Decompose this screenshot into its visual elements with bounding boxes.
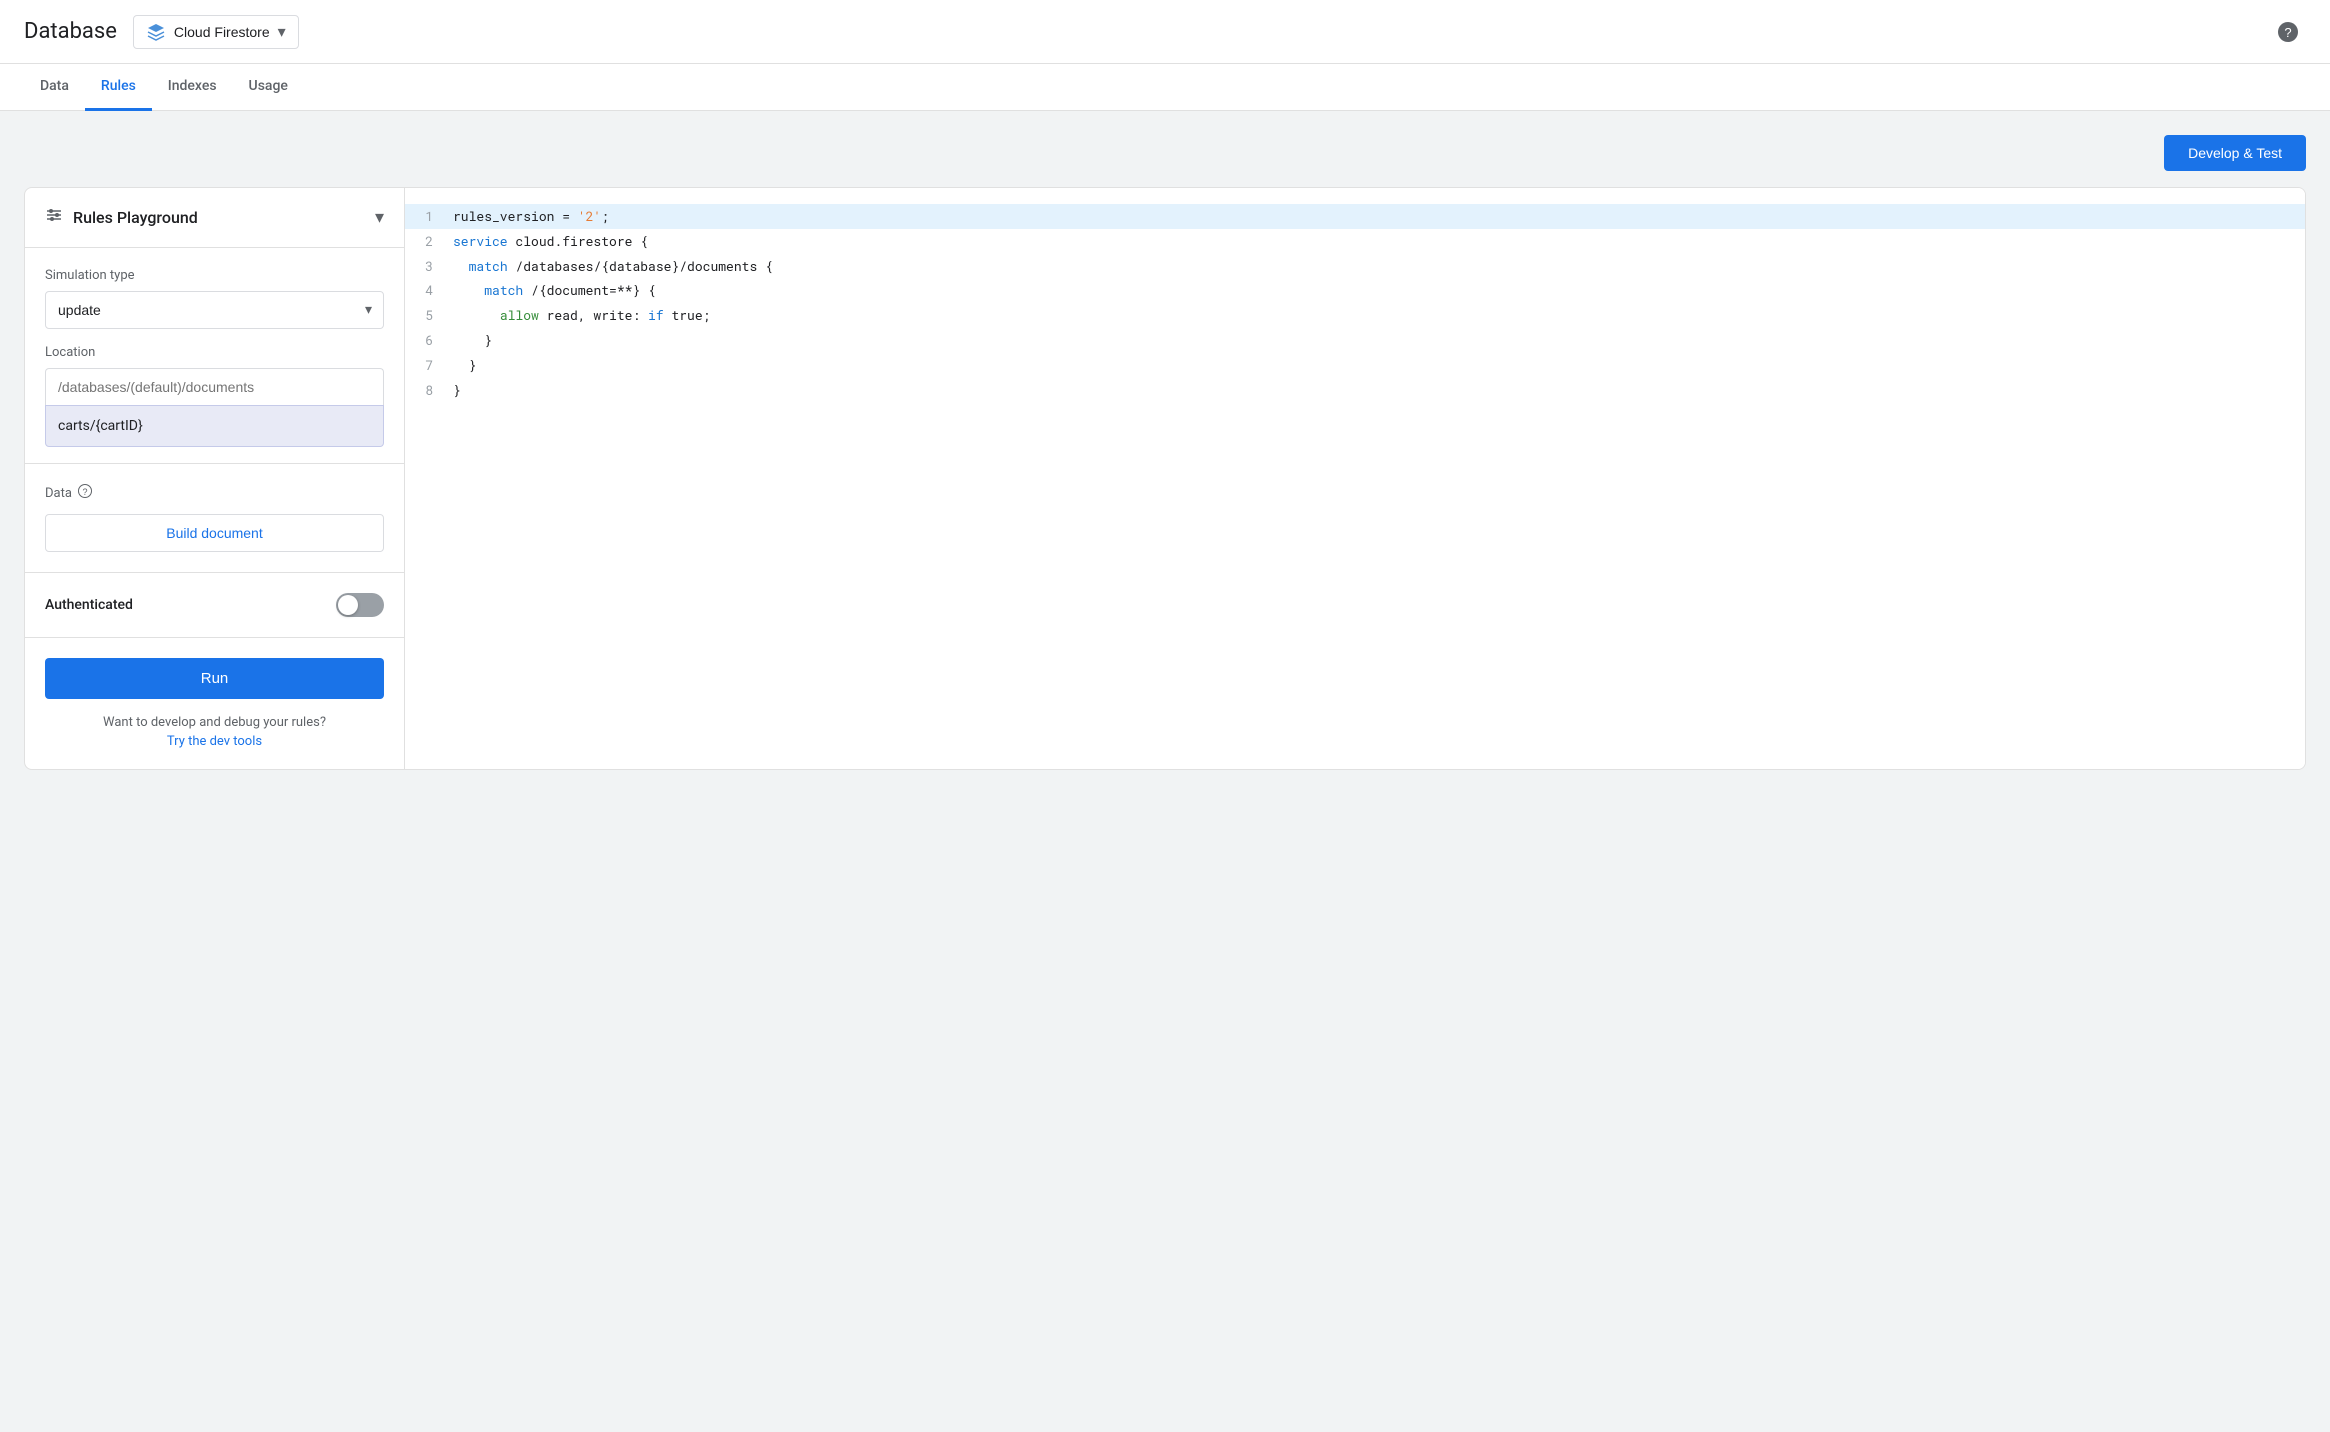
code-line-8: 8 } xyxy=(405,378,2305,403)
left-panel: Rules Playground ▾ Simulation type get l… xyxy=(25,188,405,769)
code-editor[interactable]: 1 rules_version = '2'; 2 service cloud.f… xyxy=(405,188,2305,769)
simulation-type-select[interactable]: get list create update delete xyxy=(45,291,384,329)
code-content-5: allow read, write: if true; xyxy=(453,305,2305,326)
rules-playground-left: Rules Playground xyxy=(45,206,198,229)
header: Database Cloud Firestore ▾ ? xyxy=(0,0,2330,64)
authenticated-label: Authenticated xyxy=(45,597,133,613)
app-title: Database xyxy=(24,19,117,44)
dev-tools-link[interactable]: Try the dev tools xyxy=(45,734,384,749)
simulation-type-wrapper: get list create update delete ▾ xyxy=(45,291,384,329)
tab-usage[interactable]: Usage xyxy=(233,64,304,111)
line-number-7: 7 xyxy=(405,355,453,376)
code-line-2: 2 service cloud.firestore { xyxy=(405,229,2305,254)
rules-playground-title: Rules Playground xyxy=(73,208,198,227)
svg-text:?: ? xyxy=(82,487,87,497)
sliders-icon xyxy=(45,206,63,229)
code-content-4: match /{document=**} { xyxy=(453,280,2305,301)
code-line-5: 5 allow read, write: if true; xyxy=(405,303,2305,328)
code-content-7: } xyxy=(453,355,2305,376)
code-line-7: 7 } xyxy=(405,353,2305,378)
authenticated-toggle[interactable] xyxy=(336,593,384,617)
playground-collapse-icon[interactable]: ▾ xyxy=(375,207,384,228)
data-help-icon[interactable]: ? xyxy=(78,484,92,502)
code-line-6: 6 } xyxy=(405,328,2305,353)
code-area: 1 rules_version = '2'; 2 service cloud.f… xyxy=(405,188,2305,688)
line-number-8: 8 xyxy=(405,380,453,401)
service-selector[interactable]: Cloud Firestore ▾ xyxy=(133,15,299,49)
location-suggestion[interactable]: carts/{cartID} xyxy=(45,405,384,447)
auth-row: Authenticated xyxy=(45,593,384,617)
data-label: Data xyxy=(45,486,72,501)
service-chevron-icon: ▾ xyxy=(278,22,286,42)
nav-tabs: Data Rules Indexes Usage xyxy=(0,64,2330,111)
tab-rules[interactable]: Rules xyxy=(85,64,152,111)
toggle-thumb xyxy=(338,595,358,615)
code-content-8: } xyxy=(453,380,2305,401)
line-number-6: 6 xyxy=(405,330,453,351)
svg-text:?: ? xyxy=(2284,25,2291,40)
service-label: Cloud Firestore xyxy=(174,24,270,40)
toggle-track xyxy=(336,593,384,617)
code-content-6: } xyxy=(453,330,2305,351)
tab-data[interactable]: Data xyxy=(24,64,85,111)
code-line-1: 1 rules_version = '2'; xyxy=(405,204,2305,229)
panels: Rules Playground ▾ Simulation type get l… xyxy=(24,187,2306,770)
help-button[interactable]: ? xyxy=(2270,14,2306,50)
code-content-2: service cloud.firestore { xyxy=(453,231,2305,252)
auth-section: Authenticated xyxy=(25,573,404,638)
dev-tools-text: Want to develop and debug your rules? xyxy=(45,715,384,730)
toolbar-row: Develop & Test xyxy=(24,135,2306,171)
code-content-1: rules_version = '2'; xyxy=(453,206,2305,227)
code-content-3: match /databases/{database}/documents { xyxy=(453,256,2305,277)
data-label-row: Data ? xyxy=(45,484,384,502)
line-number-5: 5 xyxy=(405,305,453,326)
simulation-type-label: Simulation type xyxy=(45,268,384,283)
code-line-3: 3 match /databases/{database}/documents … xyxy=(405,254,2305,279)
build-document-button[interactable]: Build document xyxy=(45,514,384,552)
develop-test-button[interactable]: Develop & Test xyxy=(2164,135,2306,171)
location-label: Location xyxy=(45,345,384,360)
run-button[interactable]: Run xyxy=(45,658,384,699)
line-number-2: 2 xyxy=(405,231,453,252)
code-line-4: 4 match /{document=**} { xyxy=(405,278,2305,303)
firestore-icon xyxy=(146,22,166,42)
line-number-3: 3 xyxy=(405,256,453,277)
run-section: Run Want to develop and debug your rules… xyxy=(25,638,404,769)
line-number-1: 1 xyxy=(405,206,453,227)
line-number-4: 4 xyxy=(405,280,453,301)
data-section: Data ? Build document xyxy=(25,464,404,573)
location-input[interactable] xyxy=(45,368,384,405)
main-content: Develop & Test xyxy=(0,111,2330,1423)
help-icon: ? xyxy=(2277,21,2299,43)
simulation-section: Simulation type get list create update d… xyxy=(25,248,404,464)
rules-playground-header: Rules Playground ▾ xyxy=(25,188,404,248)
tab-indexes[interactable]: Indexes xyxy=(152,64,233,111)
